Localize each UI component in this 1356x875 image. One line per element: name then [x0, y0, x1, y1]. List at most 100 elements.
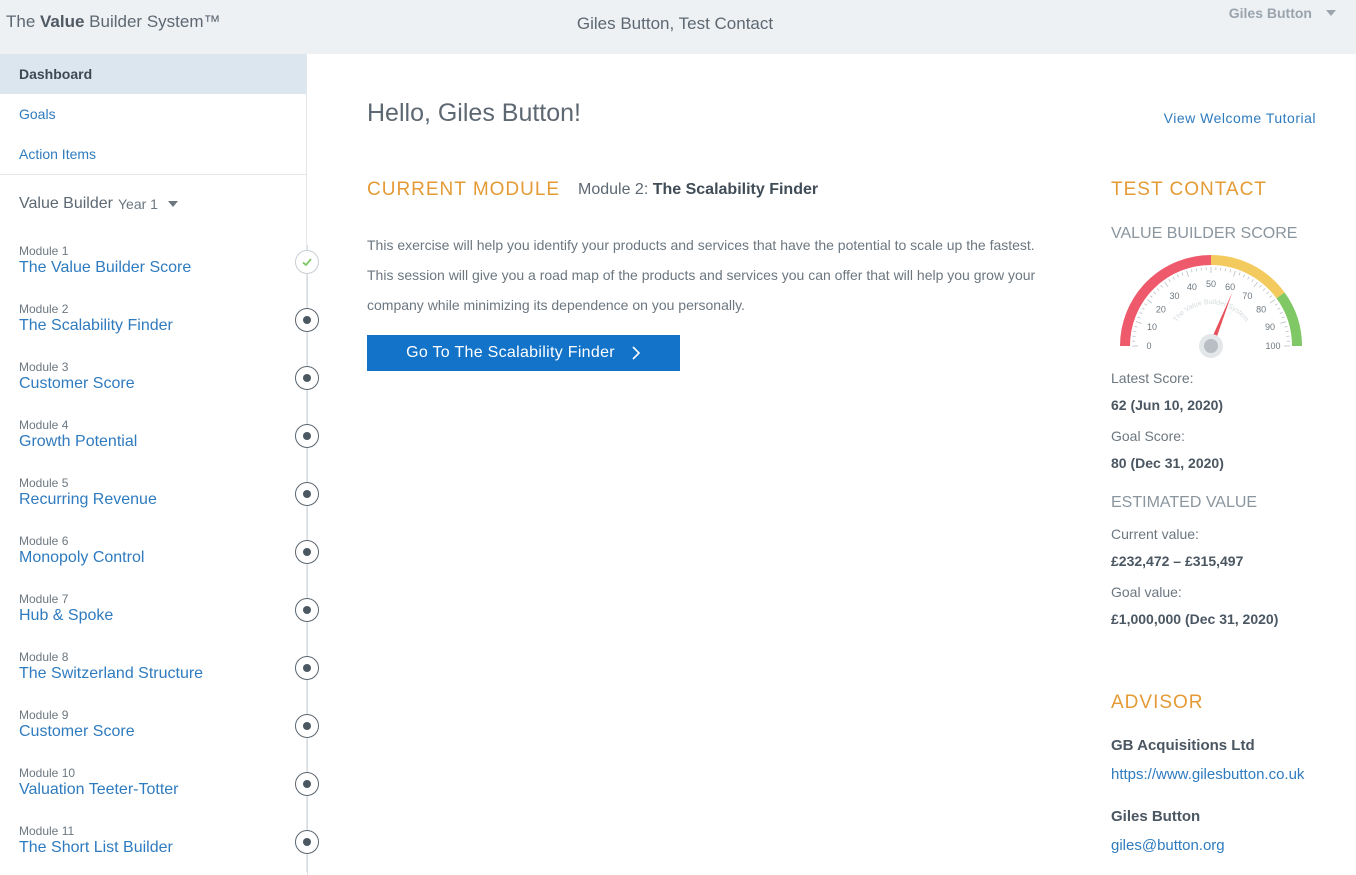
module-name-link[interactable]: The Value Builder Score — [19, 259, 319, 277]
sidebar-item-goals[interactable]: Goals — [0, 94, 306, 134]
radio-dot-icon — [295, 366, 319, 390]
advisor-website-link[interactable]: https://www.gilesbutton.co.uk — [1111, 766, 1304, 783]
module-name-link[interactable]: Monopoly Control — [19, 549, 319, 567]
status-dot — [303, 838, 311, 846]
greeting-heading: Hello, Giles Button! — [367, 99, 581, 128]
gauge-tick-label: 100 — [1265, 341, 1280, 351]
gauge-tick — [1248, 277, 1249, 280]
estimated-value-heading: ESTIMATED VALUE — [1111, 494, 1257, 512]
module-name-link[interactable]: The Short List Builder — [19, 839, 319, 857]
module-item[interactable]: Module 6Monopoly Control — [19, 534, 319, 584]
status-dot — [303, 316, 311, 324]
gauge-tick — [1133, 331, 1136, 332]
module-name-link[interactable]: Growth Potential — [19, 433, 319, 451]
module-name-link[interactable]: Customer Score — [19, 375, 319, 393]
year-label: Year 1 — [118, 196, 158, 212]
top-bar: The Value Builder System™ Giles Button, … — [0, 0, 1356, 54]
module-name-link[interactable]: The Switzerland Structure — [19, 665, 319, 683]
status-dot — [303, 780, 311, 788]
gauge-tick-label: 90 — [1265, 322, 1275, 332]
gauge-tick-label: 70 — [1242, 291, 1252, 301]
gauge-tick — [1280, 312, 1283, 313]
gauge-tick — [1230, 269, 1231, 272]
module-item[interactable]: Module 9Customer Score — [19, 708, 319, 758]
go-to-module-button[interactable]: Go To The Scalability Finder — [367, 335, 680, 371]
advisor-email-link[interactable]: giles@button.org — [1111, 837, 1225, 854]
chevron-down-icon — [1326, 10, 1336, 16]
gauge-tick — [1177, 275, 1178, 278]
value-builder-score-gauge: 0102030405060708090100The Value Builder … — [1111, 250, 1311, 362]
user-menu[interactable]: Giles Button — [1229, 5, 1336, 21]
gauge-tick — [1282, 317, 1285, 318]
gauge-tick — [1153, 292, 1155, 294]
radio-dot-icon — [295, 598, 319, 622]
gauge-tick-label: 40 — [1187, 282, 1197, 292]
gauge-band-high — [1281, 295, 1297, 346]
gauge-tick — [1136, 322, 1142, 324]
module-name-link[interactable]: Valuation Teeter-Totter — [19, 781, 319, 799]
module-description: This exercise will help you identify you… — [367, 230, 1037, 320]
goal-score-label: Goal Score: — [1111, 428, 1185, 444]
latest-score-label: Latest Score: — [1111, 370, 1194, 386]
sidebar-item-action-items[interactable]: Action Items — [0, 134, 306, 174]
gauge-tick — [1275, 304, 1278, 306]
radio-dot-icon — [295, 424, 319, 448]
gauge-tick — [1254, 282, 1258, 287]
gauge-tick — [1263, 288, 1265, 290]
module-item[interactable]: Module 10Valuation Teeter-Totter — [19, 766, 319, 816]
gauge-tick — [1142, 308, 1145, 309]
current-module-name: The Scalability Finder — [653, 181, 818, 198]
radio-dot-icon — [295, 308, 319, 332]
score-heading: VALUE BUILDER SCORE — [1111, 225, 1297, 243]
module-item[interactable]: Module 1The Value Builder Score — [19, 244, 319, 294]
advisor-company: GB Acquisitions Ltd — [1111, 737, 1255, 754]
gauge-watermark-text: The Value Builder System — [1172, 299, 1249, 323]
module-number: Module 1 — [19, 244, 319, 258]
status-dot — [303, 664, 311, 672]
module-item[interactable]: Module 5Recurring Revenue — [19, 476, 319, 526]
gauge-tick-label: 0 — [1146, 341, 1151, 351]
status-dot — [303, 432, 311, 440]
goal-score-value: 80 (Dec 31, 2020) — [1111, 455, 1224, 471]
module-item[interactable]: Module 4Growth Potential — [19, 418, 319, 468]
module-item[interactable]: Module 8The Switzerland Structure — [19, 650, 319, 700]
current-value: £232,472 – £315,497 — [1111, 553, 1243, 569]
gauge-tick — [1187, 271, 1189, 277]
gauge-tick — [1278, 308, 1281, 309]
current-module-number: Module 2: — [578, 181, 653, 198]
program-label: Value Builder — [19, 195, 113, 213]
module-item[interactable]: Module 2The Scalability Finder — [19, 302, 319, 352]
radio-dot-icon — [295, 482, 319, 506]
gauge-tick — [1285, 326, 1288, 327]
module-item[interactable]: Module 7Hub & Spoke — [19, 592, 319, 642]
module-number: Module 4 — [19, 418, 319, 432]
module-number: Module 7 — [19, 592, 319, 606]
module-name-link[interactable]: Hub & Spoke — [19, 607, 319, 625]
welcome-tutorial-link[interactable]: View Welcome Tutorial — [1164, 110, 1316, 126]
module-item[interactable]: Module 3Customer Score — [19, 360, 319, 410]
goal-value-label: Goal value: — [1111, 584, 1182, 600]
module-name-link[interactable]: The Scalability Finder — [19, 317, 319, 335]
sidebar-item-dashboard[interactable]: Dashboard — [0, 54, 306, 94]
year-selector[interactable]: Value Builder Year 1 — [0, 175, 306, 233]
module-item[interactable]: Module 11The Short List Builder — [19, 824, 319, 874]
gauge-tick — [1270, 300, 1275, 304]
latest-score-value: 62 (Jun 10, 2020) — [1111, 397, 1223, 413]
gauge-tick — [1234, 271, 1236, 277]
gauge-tick — [1140, 312, 1143, 313]
status-dot — [303, 606, 311, 614]
gauge-tick — [1266, 292, 1268, 294]
contact-heading: TEST CONTACT — [1111, 179, 1267, 201]
check-icon — [295, 250, 319, 274]
page-context-title: Giles Button, Test Contact — [0, 14, 1350, 34]
advisor-name: Giles Button — [1111, 808, 1200, 825]
gauge-tick — [1225, 268, 1226, 271]
module-number: Module 5 — [19, 476, 319, 490]
module-number: Module 6 — [19, 534, 319, 548]
gauge-hub-inner — [1204, 339, 1218, 353]
gauge-tick — [1147, 300, 1152, 304]
module-name-link[interactable]: Customer Score — [19, 723, 319, 741]
gauge-tick — [1259, 285, 1261, 287]
module-number: Module 10 — [19, 766, 319, 780]
module-name-link[interactable]: Recurring Revenue — [19, 491, 319, 509]
